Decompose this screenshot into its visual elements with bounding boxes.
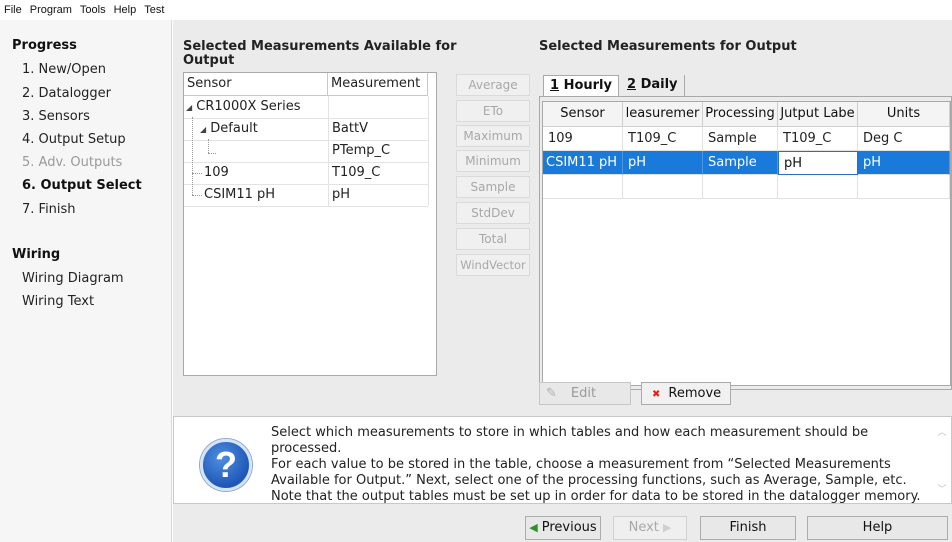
finish-button[interactable]: Finish: [700, 516, 796, 540]
arrow-right-icon: ▶: [662, 521, 672, 534]
output-title: Selected Measurements for Output: [539, 39, 797, 54]
tree-row-csim11[interactable]: CSIM11 pH: [204, 184, 275, 206]
question-icon: ?: [200, 439, 252, 491]
menu-file[interactable]: File: [4, 4, 22, 16]
maximum-button[interactable]: Maximum: [456, 125, 530, 147]
column-header-measurement[interactable]: Measurement: [328, 73, 428, 96]
output-grid[interactable]: Sensor leasuremer Processing Jutput Labe…: [542, 101, 951, 386]
table-cell[interactable]: Deg C: [858, 127, 950, 151]
table-cell[interactable]: 109: [543, 127, 623, 151]
table-cell-empty[interactable]: [703, 175, 778, 199]
collapse-triangle-icon[interactable]: ◢: [186, 103, 192, 112]
next-button[interactable]: Next ▶: [613, 516, 687, 540]
main-panel: Selected Measurements Available for Outp…: [173, 20, 952, 542]
menu-help[interactable]: Help: [114, 4, 137, 16]
minimum-button[interactable]: Minimum: [456, 150, 530, 172]
help-button[interactable]: Help: [807, 516, 948, 540]
available-measurements-tree[interactable]: Sensor Measurement ◢ CR1000X Series ◢ De…: [183, 72, 437, 376]
sidebar-item-new-open[interactable]: 1. New/Open: [22, 62, 106, 77]
menu-bar: File Program Tools Help Test: [0, 0, 952, 20]
table-cell[interactable]: T109_C: [778, 127, 858, 151]
scroll-down-icon[interactable]: ﹀: [937, 482, 947, 495]
sidebar: Progress 1. New/Open 2. Datalogger 3. Se…: [0, 20, 172, 542]
tree-cell-measurement[interactable]: BattV: [332, 118, 368, 140]
arrow-left-icon: ◀: [529, 521, 538, 534]
eto-button[interactable]: ETo: [456, 100, 530, 122]
table-cell-selected[interactable]: pH: [623, 151, 703, 175]
menu-test[interactable]: Test: [144, 4, 164, 16]
tree-row-cr1000x[interactable]: ◢ CR1000X Series: [186, 96, 301, 118]
sidebar-item-datalogger[interactable]: 2. Datalogger: [22, 86, 111, 101]
grid-header-output-label[interactable]: Jutput Labe: [778, 102, 858, 127]
windvector-button[interactable]: WindVector: [456, 254, 530, 276]
table-cell-selected[interactable]: pH: [858, 151, 950, 175]
table-cell-empty[interactable]: [543, 175, 623, 199]
sidebar-item-output-setup[interactable]: 4. Output Setup: [22, 132, 126, 147]
tree-row-default[interactable]: ◢ Default: [200, 118, 258, 140]
sidebar-item-wiring-text[interactable]: Wiring Text: [22, 294, 94, 309]
help-scrollbar[interactable]: ︿ ﹀: [937, 425, 947, 497]
table-cell-selected[interactable]: CSIM11 pH: [543, 151, 623, 175]
progress-heading: Progress: [12, 38, 77, 53]
wiring-heading: Wiring: [12, 247, 61, 262]
remove-button[interactable]: ✖ Remove: [641, 382, 731, 405]
grid-header-units[interactable]: Units: [858, 102, 950, 127]
help-text: Select which measurements to store in wh…: [271, 425, 921, 504]
tree-row-109[interactable]: 109: [204, 162, 229, 184]
pencil-icon: ✎: [546, 386, 557, 401]
scroll-up-icon[interactable]: ︿: [937, 425, 947, 438]
column-header-sensor[interactable]: Sensor: [184, 73, 328, 96]
tree-cell-measurement[interactable]: PTemp_C: [332, 140, 390, 162]
sidebar-item-finish[interactable]: 7. Finish: [22, 202, 76, 217]
grid-header-measurement[interactable]: leasuremer: [623, 102, 703, 127]
help-panel: ? Select which measurements to store in …: [173, 416, 952, 504]
table-cell[interactable]: Sample: [703, 127, 778, 151]
tab-daily[interactable]: 2 Daily: [621, 75, 685, 97]
sidebar-item-adv-outputs: 5. Adv. Outputs: [22, 155, 123, 170]
sidebar-item-sensors[interactable]: 3. Sensors: [22, 109, 90, 124]
sample-button[interactable]: Sample: [456, 176, 530, 198]
available-title: Selected Measurements Available for Outp…: [183, 39, 457, 68]
average-button[interactable]: Average: [456, 74, 530, 96]
table-cell[interactable]: T109_C: [623, 127, 703, 151]
tab-hourly[interactable]: 1 Hourly: [543, 75, 619, 97]
sidebar-item-output-select[interactable]: 6. Output Select: [22, 178, 142, 193]
table-cell-empty[interactable]: [778, 175, 858, 199]
output-label-editor[interactable]: pH: [778, 151, 858, 175]
stddev-button[interactable]: StdDev: [456, 202, 530, 224]
table-cell-selected[interactable]: Sample: [703, 151, 778, 175]
menu-tools[interactable]: Tools: [80, 4, 106, 16]
table-cell-empty[interactable]: [623, 175, 703, 199]
grid-header-sensor[interactable]: Sensor: [543, 102, 623, 127]
previous-button[interactable]: ◀ Previous: [525, 516, 601, 540]
remove-x-icon: ✖: [652, 389, 661, 400]
tree-cell-measurement[interactable]: pH: [332, 184, 350, 206]
tree-cell-measurement[interactable]: T109_C: [332, 162, 380, 184]
total-button[interactable]: Total: [456, 228, 530, 250]
grid-header-processing[interactable]: Processing: [703, 102, 778, 127]
menu-program[interactable]: Program: [30, 4, 72, 16]
collapse-triangle-icon[interactable]: ◢: [200, 125, 206, 134]
table-cell-empty[interactable]: [858, 175, 950, 199]
sidebar-item-wiring-diagram[interactable]: Wiring Diagram: [22, 271, 124, 286]
edit-button[interactable]: ✎ Edit: [539, 382, 631, 405]
